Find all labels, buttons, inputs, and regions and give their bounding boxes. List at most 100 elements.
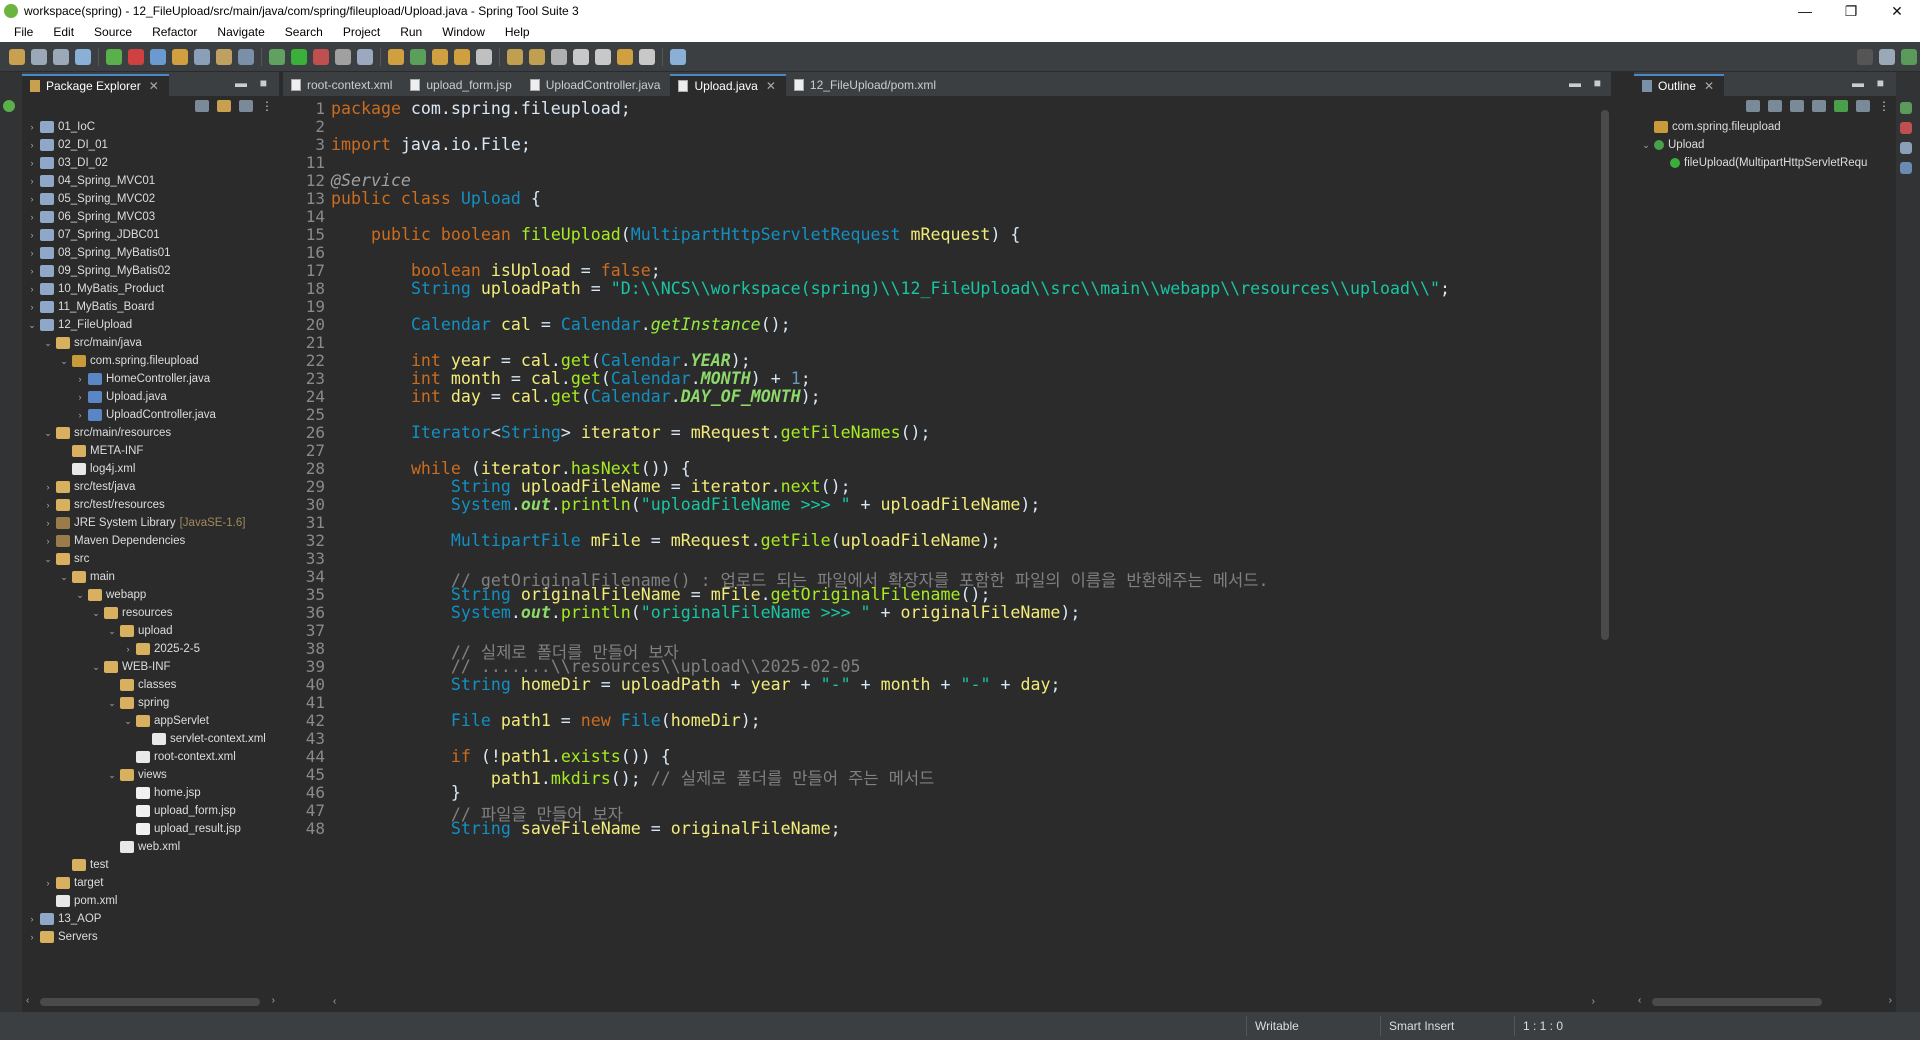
tree-item[interactable]: › 07_Spring_JDBC01	[26, 226, 279, 244]
tree-item[interactable]: › Upload.java	[26, 388, 279, 406]
hide-fields-icon[interactable]	[1790, 100, 1804, 112]
tree-item[interactable]: › 06_Spring_MVC03	[26, 208, 279, 226]
menu-project[interactable]: Project	[333, 25, 390, 39]
tree-item[interactable]: ⌄ src/main/resources	[26, 424, 279, 442]
minimize-view-icon[interactable]: ▬	[235, 76, 247, 90]
minimize-button[interactable]: —	[1782, 0, 1828, 22]
close-window-button[interactable]: ✕	[1874, 0, 1920, 22]
problems-icon[interactable]	[1900, 122, 1912, 134]
menu-edit[interactable]: Edit	[43, 25, 84, 39]
menu-run[interactable]: Run	[390, 25, 432, 39]
view-menu-icon[interactable]: ⋮	[261, 99, 273, 113]
back-icon[interactable]	[573, 48, 589, 65]
tree-item[interactable]: ⌄ views	[26, 766, 279, 784]
debug-icon[interactable]	[269, 48, 285, 65]
console-icon[interactable]	[1900, 162, 1912, 174]
tree-item[interactable]: ⌄ 12_FileUpload	[26, 316, 279, 334]
tree-item[interactable]: test	[26, 856, 279, 874]
collapsed-twisty-icon[interactable]: ›	[42, 478, 54, 496]
tree-item[interactable]: META-INF	[26, 442, 279, 460]
show-whitespace-icon[interactable]	[238, 48, 254, 65]
tree-item[interactable]: › UploadController.java	[26, 406, 279, 424]
run-icon[interactable]	[291, 48, 307, 65]
menu-refactor[interactable]: Refactor	[142, 25, 207, 39]
open-perspective-icon[interactable]	[1879, 48, 1895, 65]
close-icon[interactable]: ✕	[1704, 79, 1714, 93]
spring-perspective-icon[interactable]	[1901, 48, 1917, 65]
collapsed-twisty-icon[interactable]: ›	[42, 874, 54, 892]
collapsed-twisty-icon[interactable]: ›	[42, 514, 54, 532]
editor-tab[interactable]: upload_form.jsp	[402, 74, 521, 96]
nav-forward-icon[interactable]	[639, 48, 655, 65]
package-explorer-hscroll[interactable]: ‹ ›	[22, 994, 279, 1010]
expanded-twisty-icon[interactable]: ⌄	[58, 568, 70, 586]
maximize-view-icon[interactable]: ■	[260, 76, 267, 90]
menu-help[interactable]: Help	[495, 25, 540, 39]
run-external-icon[interactable]	[313, 48, 329, 65]
collapsed-twisty-icon[interactable]: ›	[122, 640, 134, 658]
expanded-twisty-icon[interactable]: ⌄	[42, 550, 54, 568]
expanded-twisty-icon[interactable]: ⌄	[106, 694, 118, 712]
tree-item[interactable]: › src/test/resources	[26, 496, 279, 514]
collapsed-twisty-icon[interactable]: ›	[26, 244, 38, 262]
tree-item[interactable]: › 04_Spring_MVC01	[26, 172, 279, 190]
tree-item[interactable]: log4j.xml	[26, 460, 279, 478]
minimize-editor-icon[interactable]: ▬	[1569, 76, 1581, 90]
tree-item[interactable]: web.xml	[26, 838, 279, 856]
editor-tab[interactable]: 12_FileUpload/pom.xml	[786, 74, 946, 96]
maximize-editor-icon[interactable]: ■	[1594, 76, 1601, 90]
tree-item[interactable]: classes	[26, 676, 279, 694]
tree-item[interactable]: › 10_MyBatis_Product	[26, 280, 279, 298]
menu-source[interactable]: Source	[84, 25, 142, 39]
tree-item[interactable]: › 08_Spring_MyBatis01	[26, 244, 279, 262]
tree-item[interactable]: ⌄ src	[26, 550, 279, 568]
expanded-twisty-icon[interactable]: ⌄	[1640, 136, 1652, 154]
editor-hscroll[interactable]: ‹ ›	[329, 996, 1599, 1010]
nav-back-icon[interactable]	[617, 48, 633, 65]
expanded-twisty-icon[interactable]: ⌄	[26, 316, 38, 334]
restore-button[interactable]: ❐	[1828, 0, 1874, 22]
tree-item[interactable]: upload_result.jsp	[26, 820, 279, 838]
tree-item[interactable]: root-context.xml	[26, 748, 279, 766]
collapsed-twisty-icon[interactable]: ›	[26, 910, 38, 928]
task-icon[interactable]	[172, 48, 188, 65]
hide-nonpublic-icon[interactable]	[1834, 100, 1848, 112]
menu-window[interactable]: Window	[432, 25, 495, 39]
menu-navigate[interactable]: Navigate	[207, 25, 274, 39]
editor-vscroll[interactable]	[1599, 96, 1611, 996]
menu-file[interactable]: File	[4, 25, 43, 39]
spring-explorer-icon[interactable]	[1900, 142, 1912, 154]
annotation-icon[interactable]	[216, 48, 232, 65]
tree-item[interactable]: › 05_Spring_MVC02	[26, 190, 279, 208]
expanded-twisty-icon[interactable]: ⌄	[122, 712, 134, 730]
server-icon[interactable]	[357, 48, 373, 65]
collapsed-twisty-icon[interactable]: ›	[26, 280, 38, 298]
collapsed-twisty-icon[interactable]: ›	[26, 298, 38, 316]
editor-tab[interactable]: UploadController.java	[522, 74, 671, 96]
tree-item[interactable]: ⌄ upload	[26, 622, 279, 640]
expanded-twisty-icon[interactable]: ⌄	[90, 658, 102, 676]
tree-item[interactable]: › 13_AOP	[26, 910, 279, 928]
editor-tab[interactable]: root-context.xml	[283, 74, 402, 96]
open-folder-icon[interactable]	[432, 48, 448, 65]
tree-item[interactable]: › src/test/java	[26, 478, 279, 496]
collapsed-twisty-icon[interactable]: ›	[74, 406, 86, 424]
new-icon[interactable]	[9, 48, 25, 65]
next-annotation-icon[interactable]	[507, 48, 523, 65]
tree-item[interactable]: home.jsp	[26, 784, 279, 802]
close-icon[interactable]: ✕	[766, 79, 776, 93]
collapsed-twisty-icon[interactable]: ›	[26, 190, 38, 208]
collapsed-twisty-icon[interactable]: ›	[42, 496, 54, 514]
new-class-icon[interactable]	[410, 48, 426, 65]
tree-item[interactable]: › HomeController.java	[26, 370, 279, 388]
print-icon[interactable]	[75, 48, 91, 65]
tree-item[interactable]: › JRE System Library [JavaSE-1.6]	[26, 514, 279, 532]
focus-icon[interactable]	[239, 100, 253, 112]
hide-local-types-icon[interactable]	[1856, 100, 1870, 112]
tree-item[interactable]: › Servers	[26, 928, 279, 946]
tree-item[interactable]: ⌄ src/main/java	[26, 334, 279, 352]
code-editor[interactable]: 1 package com.spring.fileupload; 2 3 import …	[283, 96, 1599, 996]
open-type-icon[interactable]	[150, 48, 166, 65]
hide-static-icon[interactable]	[1812, 100, 1826, 112]
outline-item[interactable]: ⌄ Upload	[1640, 136, 1896, 154]
